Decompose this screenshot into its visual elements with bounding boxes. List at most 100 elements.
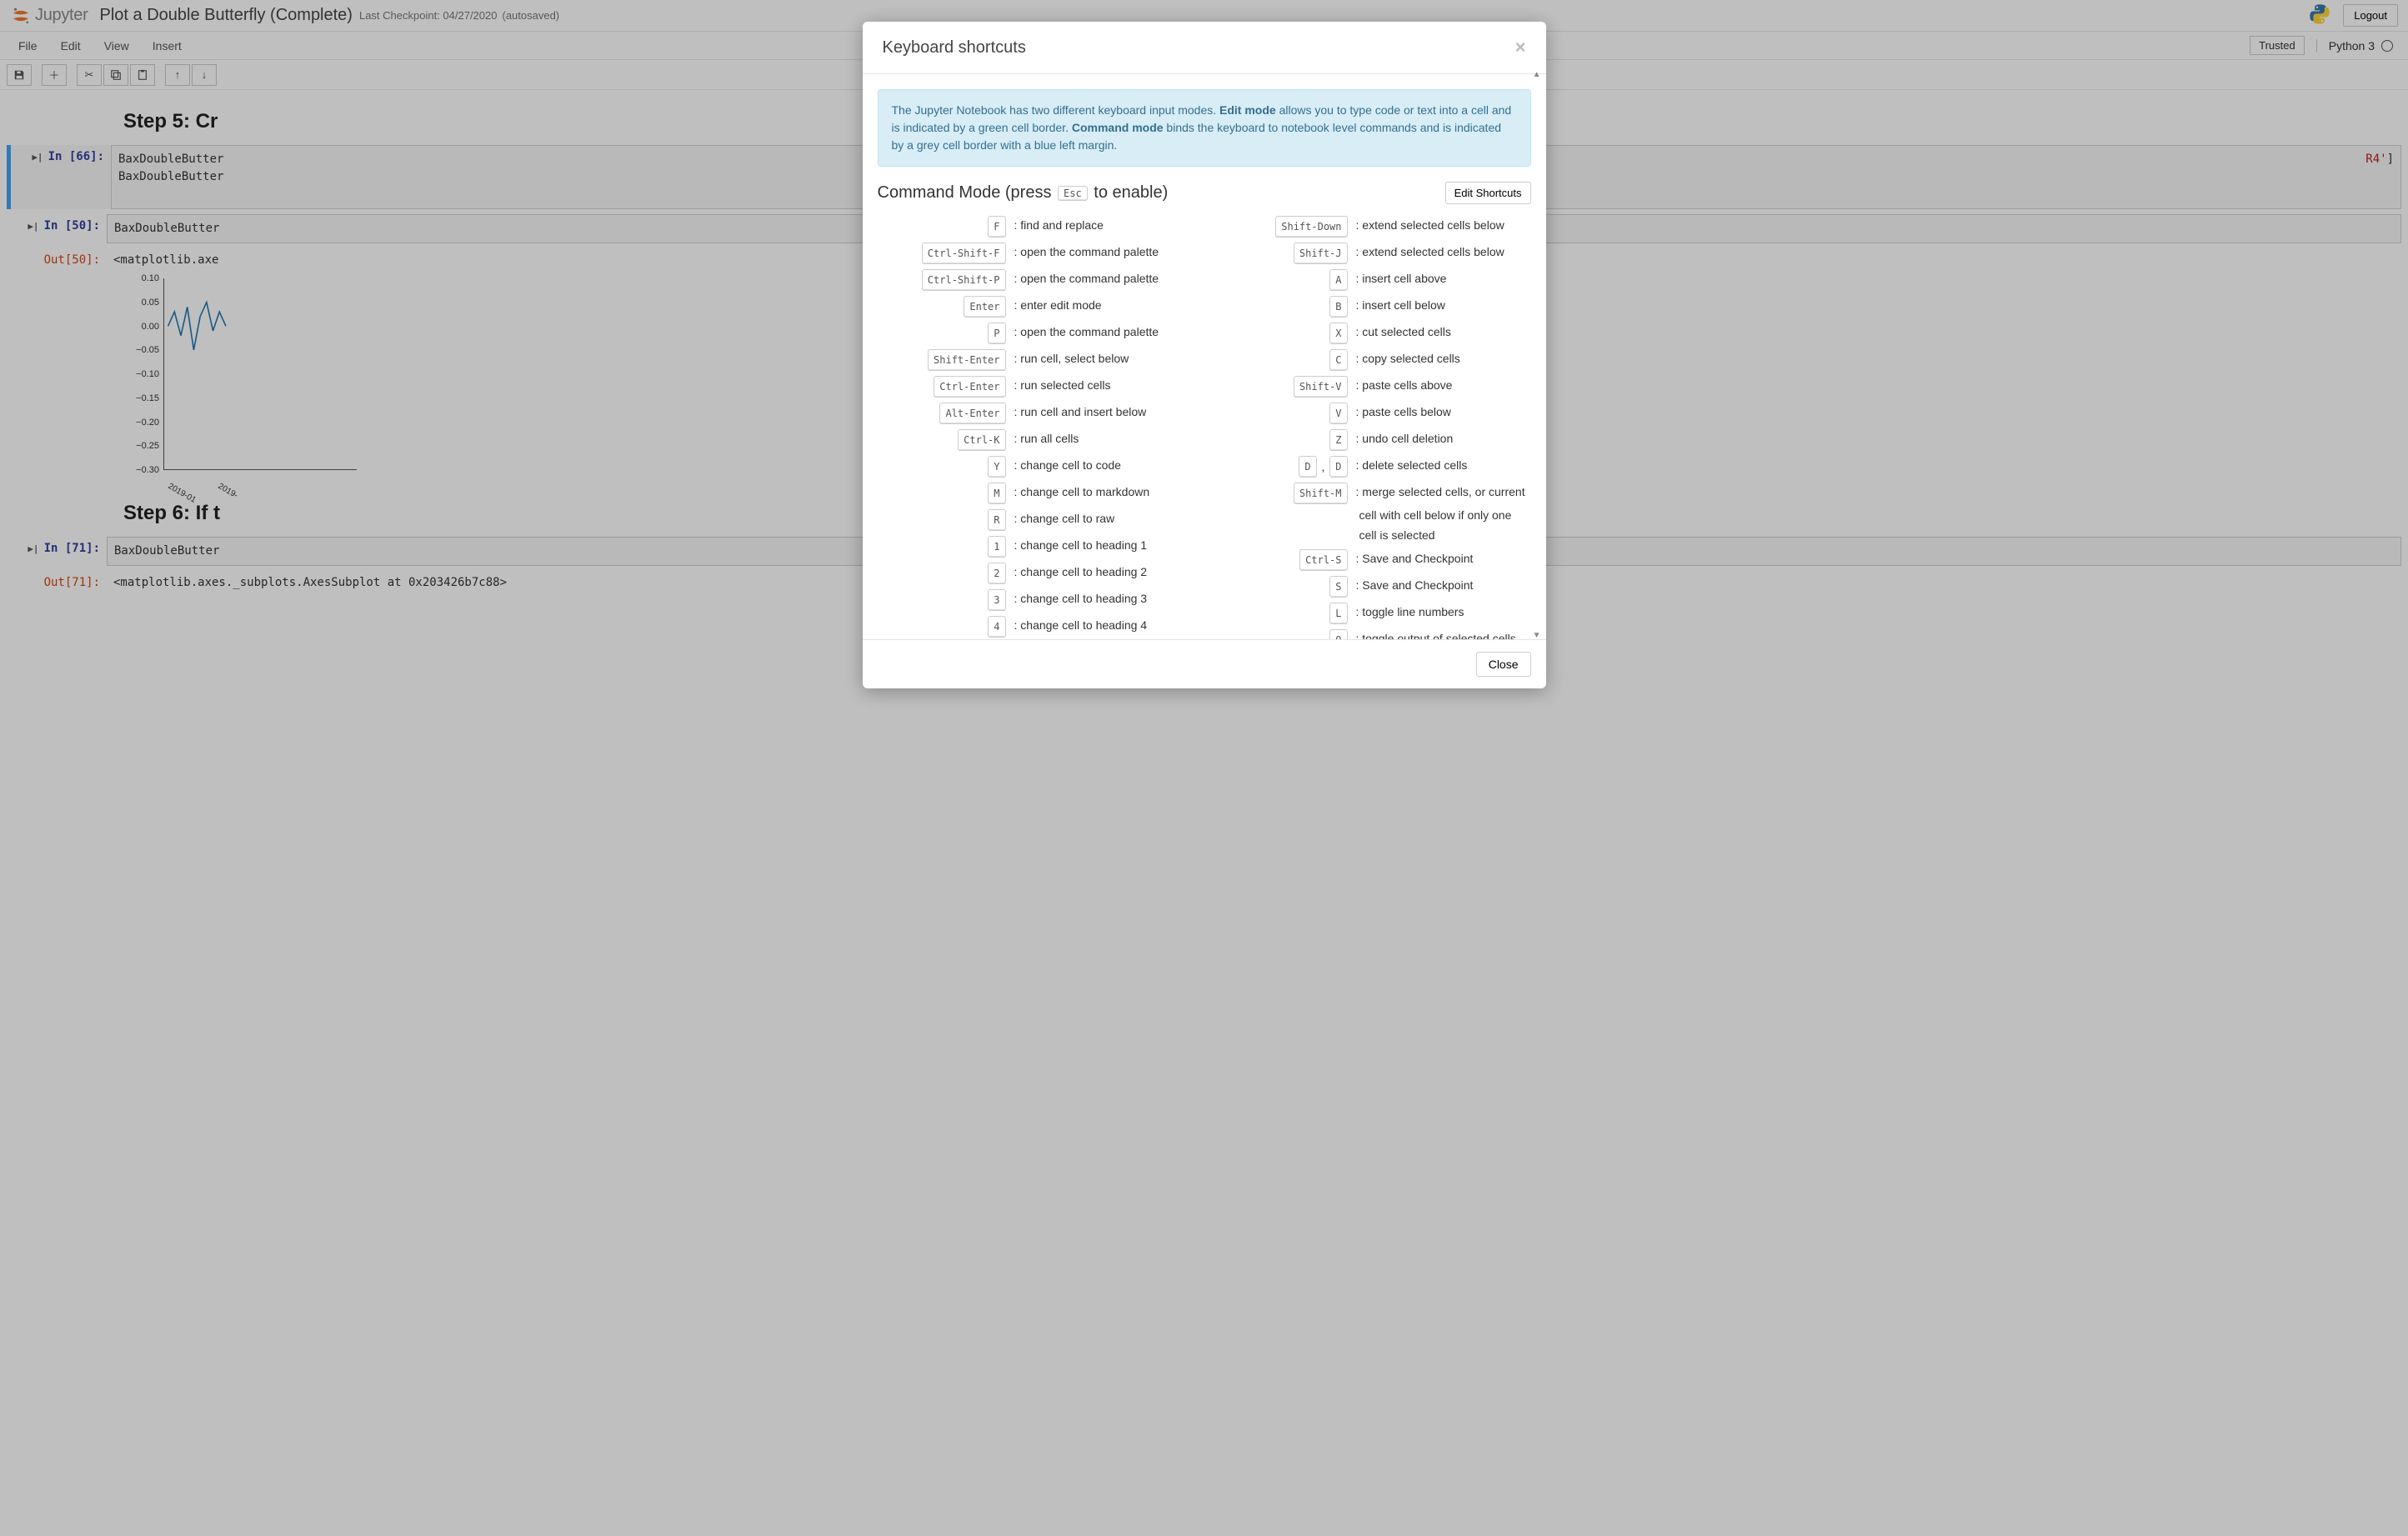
shortcut-desc: paste cells below <box>1353 403 1531 421</box>
shortcut-keys: Ctrl-Shift-F <box>878 243 1011 264</box>
key: 3 <box>988 589 1005 611</box>
shortcut-desc: open the command palette <box>1011 323 1189 341</box>
shortcut-desc: run cell, select below <box>1011 349 1189 368</box>
shortcut-desc: change cell to heading 4 <box>1011 616 1189 634</box>
shortcut-keys: Ctrl-S <box>1219 549 1353 571</box>
modal-footer: Close <box>863 639 1546 688</box>
shortcut-row: D , Ddelete selected cells <box>1219 456 1531 478</box>
shortcut-keys: P <box>878 323 1011 344</box>
shortcut-keys: D , D <box>1219 456 1353 478</box>
key: Ctrl-Shift-P <box>922 269 1006 291</box>
key: Shift-J <box>1294 243 1348 264</box>
key: O <box>1329 629 1347 639</box>
shortcut-row: 1change cell to heading 1 <box>878 536 1189 558</box>
shortcut-keys: X <box>1219 323 1353 344</box>
shortcut-desc: find and replace <box>1011 216 1189 234</box>
shortcut-desc: Save and Checkpoint <box>1353 576 1531 594</box>
shortcut-desc: change cell to heading 2 <box>1011 563 1189 581</box>
shortcut-keys: V <box>1219 403 1353 424</box>
shortcut-row: Otoggle output of selected cells <box>1219 629 1531 639</box>
shortcut-row: Ctrl-Shift-P open the command palette <box>878 269 1189 291</box>
shortcut-desc: change cell to code <box>1011 456 1189 474</box>
modal-body[interactable]: The Jupyter Notebook has two different k… <box>863 74 1546 639</box>
shortcut-keys: 1 <box>878 536 1011 558</box>
shortcut-row: Xcut selected cells <box>1219 323 1531 344</box>
shortcut-keys: Y <box>878 456 1011 478</box>
shortcut-keys: 4 <box>878 616 1011 638</box>
key: 4 <box>988 616 1005 638</box>
edit-shortcuts-button[interactable]: Edit Shortcuts <box>1445 182 1531 204</box>
shortcut-desc: delete selected cells <box>1353 456 1531 474</box>
shortcut-desc: change cell to markdown <box>1011 483 1189 501</box>
shortcut-keys: B <box>1219 296 1353 318</box>
shortcut-keys: Shift-Down <box>1219 216 1353 238</box>
key: Ctrl-Shift-F <box>922 243 1006 264</box>
shortcut-keys: F <box>878 216 1011 238</box>
key: X <box>1329 323 1347 344</box>
shortcut-desc: open the command palette <box>1011 269 1189 288</box>
shortcut-keys: L <box>1219 603 1353 624</box>
close-button[interactable]: Close <box>1476 652 1531 677</box>
info-box: The Jupyter Notebook has two different k… <box>878 89 1531 167</box>
shortcut-keys: M <box>878 483 1011 504</box>
shortcuts-left-column: Ffind and replace Ctrl-Shift-F open the co… <box>878 216 1189 639</box>
shortcut-row: 2change cell to heading 2 <box>878 563 1189 584</box>
shortcut-desc: run cell and insert below <box>1011 403 1189 421</box>
shortcut-keys: Ctrl-Enter <box>878 376 1011 398</box>
shortcut-desc-cont: cell is selected <box>1219 526 1531 544</box>
shortcut-desc-cont: cell with cell below if only one <box>1219 506 1531 524</box>
command-mode-header: Command Mode (press Esc to enable) Edit … <box>878 182 1531 204</box>
shortcut-desc: enter edit mode <box>1011 296 1189 314</box>
key: Ctrl-K <box>958 429 1005 451</box>
keyboard-shortcuts-dialog: ▲ Keyboard shortcuts × The Jupyter Noteb… <box>863 22 1546 688</box>
shortcut-keys: Shift-Enter <box>878 349 1011 371</box>
shortcut-row: Ainsert cell above <box>1219 269 1531 291</box>
shortcut-desc: open the command palette <box>1011 243 1189 261</box>
shortcut-row: Ctrl-SSave and Checkpoint <box>1219 549 1531 571</box>
shortcut-keys: Z <box>1219 429 1353 451</box>
key: Enter <box>964 296 1005 318</box>
shortcut-desc: insert cell below <box>1353 296 1531 314</box>
shortcut-desc: toggle output of selected cells <box>1353 629 1531 639</box>
key: Y <box>988 456 1005 478</box>
shortcut-row: Ctrl-Shift-F open the command palette <box>878 243 1189 264</box>
key: Z <box>1329 429 1347 451</box>
shortcut-row: Ctrl-Enterrun selected cells <box>878 376 1189 398</box>
shortcut-row: Shift-Mmerge selected cells, or current <box>1219 483 1531 504</box>
key: Shift-Enter <box>928 349 1005 371</box>
shortcut-row: 4 change cell to heading 4 <box>878 616 1189 638</box>
shortcut-keys: 2 <box>878 563 1011 584</box>
shortcut-row: Enter enter edit mode <box>878 296 1189 318</box>
key: P <box>988 323 1005 344</box>
shortcut-keys: 3 <box>878 589 1011 611</box>
shortcut-row: Ltoggle line numbers <box>1219 603 1531 624</box>
shortcut-desc: change cell to raw <box>1011 509 1189 528</box>
modal-backdrop[interactable]: ▲ Keyboard shortcuts × The Jupyter Noteb… <box>0 0 2408 1536</box>
shortcuts-right-column: Shift-Downextend selected cells belowShi… <box>1219 216 1531 639</box>
shortcut-keys: C <box>1219 349 1353 371</box>
key: R <box>988 509 1005 531</box>
shortcut-row: Ychange cell to code <box>878 456 1189 478</box>
shortcut-row: Zundo cell deletion <box>1219 429 1531 451</box>
key: B <box>1329 296 1347 318</box>
shortcut-desc: run selected cells <box>1011 376 1189 394</box>
scroll-down-icon[interactable]: ▼ <box>1533 631 1541 640</box>
key: S <box>1329 576 1347 598</box>
key: Shift-M <box>1294 483 1348 504</box>
key: C <box>1329 349 1347 371</box>
shortcut-keys: Shift-M <box>1219 483 1353 504</box>
key: V <box>1329 403 1347 424</box>
modal-header: Keyboard shortcuts × <box>863 22 1546 74</box>
shortcut-row: Ctrl-Krun all cells <box>878 429 1189 451</box>
modal-close-button[interactable]: × <box>1515 37 1526 58</box>
shortcut-row: Ccopy selected cells <box>1219 349 1531 371</box>
shortcut-row: Shift-Downextend selected cells below <box>1219 216 1531 238</box>
shortcut-desc: undo cell deletion <box>1353 429 1531 448</box>
shortcut-desc: copy selected cells <box>1353 349 1531 368</box>
shortcut-keys: Ctrl-K <box>878 429 1011 451</box>
shortcut-desc: Save and Checkpoint <box>1353 549 1531 568</box>
modal-title: Keyboard shortcuts <box>883 38 1026 58</box>
shortcut-keys: Shift-V <box>1219 376 1353 398</box>
shortcut-keys: Shift-J <box>1219 243 1353 264</box>
shortcut-desc: extend selected cells below <box>1353 216 1531 234</box>
